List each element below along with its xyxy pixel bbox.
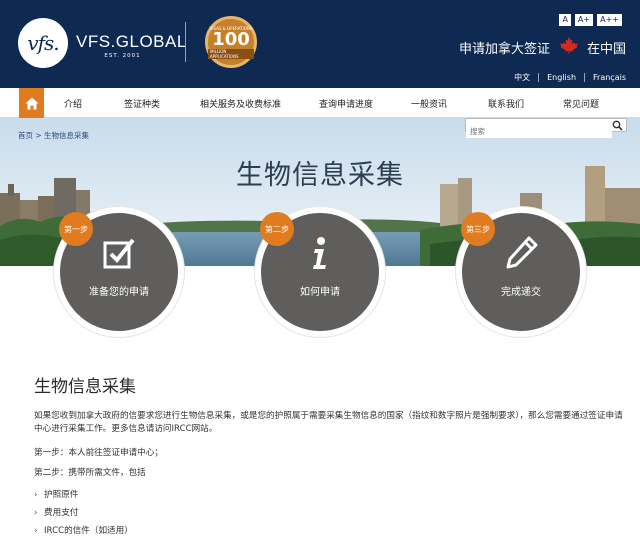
maple-leaf-icon — [560, 37, 578, 54]
header-divider — [185, 22, 186, 62]
main-nav: 介绍 签证种类 相关服务及收费标准 查询申请进度 一般资讯 联系我们 常见问题 — [0, 88, 640, 118]
intro-paragraph: 如果您收到加拿大政府的信要求您进行生物信息采集，或是您的护照属于需要采集生物信息… — [34, 411, 623, 434]
nav-item-services-fees[interactable]: 相关服务及收费标准 — [200, 97, 281, 110]
step-one-text: 第一步：本人前往签证申请中心； — [34, 448, 163, 458]
banner-title: 生物信息采集 — [236, 160, 404, 191]
language-switcher: 中文 English Français — [514, 72, 626, 83]
list-item: › 费用支付 — [34, 506, 78, 518]
chevron-right-icon: › — [34, 526, 38, 536]
search-box — [465, 118, 627, 138]
site-header: vfs. VFS.GLOBAL EST. 2001 VISAS & OPERAT… — [0, 0, 640, 88]
badge-bottom-text: MILLION APPLICATIONS — [208, 48, 254, 59]
home-icon — [25, 97, 38, 109]
step-badge-2: 第二步 — [260, 212, 294, 246]
step-badge-1: 第一步 — [59, 212, 93, 246]
badge-number: 100 — [212, 28, 250, 50]
nav-item-contact-us[interactable]: 联系我们 — [488, 97, 524, 110]
lang-chinese[interactable]: 中文 — [514, 72, 530, 83]
step-two-text: 第二步：携带所需文件，包括 — [34, 468, 146, 478]
lang-french[interactable]: Français — [593, 73, 626, 82]
font-size-normal-button[interactable]: A — [559, 14, 571, 26]
font-size-large-button[interactable]: A+ — [574, 14, 594, 26]
nav-item-faq[interactable]: 常见问题 — [563, 97, 599, 110]
lang-divider — [584, 73, 586, 82]
list-item: › 护照原件 — [34, 488, 78, 500]
list-item-text: 护照原件 — [44, 490, 79, 500]
pencil-icon — [506, 236, 538, 269]
chevron-right-icon: › — [34, 508, 38, 518]
content-title: 生物信息采集 — [34, 377, 136, 397]
apply-canada-visa-text: 申请加拿大签证 — [459, 42, 551, 57]
brand-name: VFS.GLOBAL — [76, 32, 187, 51]
info-icon — [313, 237, 326, 269]
nav-item-intro[interactable]: 介绍 — [64, 97, 82, 110]
nav-item-general-info[interactable]: 一般资讯 — [411, 97, 447, 110]
logo-mark: vfs. — [27, 31, 59, 55]
breadcrumb[interactable]: 首页 > 生物信息采集 — [18, 130, 89, 141]
list-item-text: IRCC的信件（如适用） — [44, 526, 133, 536]
step-label: 完成递交 — [501, 287, 541, 298]
lang-english[interactable]: English — [547, 73, 576, 82]
hundred-million-badge: VISAS & OPERATIONS 100 MILLION APPLICATI… — [205, 16, 257, 68]
search-input[interactable] — [466, 125, 612, 138]
step-label: 准备您的申请 — [89, 287, 149, 298]
chevron-right-icon: › — [34, 490, 38, 500]
list-item: › IRCC的信件（如适用） — [34, 524, 133, 536]
checkbox-icon — [103, 238, 135, 269]
font-size-controls: A A+ A++ — [559, 14, 622, 26]
step-label: 如何申请 — [300, 287, 340, 298]
search-icon[interactable] — [612, 120, 623, 131]
step-badge-3: 第三步 — [461, 212, 495, 246]
vfs-logo[interactable]: vfs. — [18, 18, 68, 68]
brand-est: EST. 2001 — [104, 53, 141, 59]
nav-item-visa-types[interactable]: 签证种类 — [124, 97, 160, 110]
home-button[interactable] — [19, 88, 44, 118]
lang-divider — [538, 73, 540, 82]
font-size-xlarge-button[interactable]: A++ — [597, 14, 622, 26]
nav-item-track-application[interactable]: 查询申请进度 — [319, 97, 373, 110]
list-item-text: 费用支付 — [44, 508, 79, 518]
country-text: 在中国 — [587, 42, 627, 57]
